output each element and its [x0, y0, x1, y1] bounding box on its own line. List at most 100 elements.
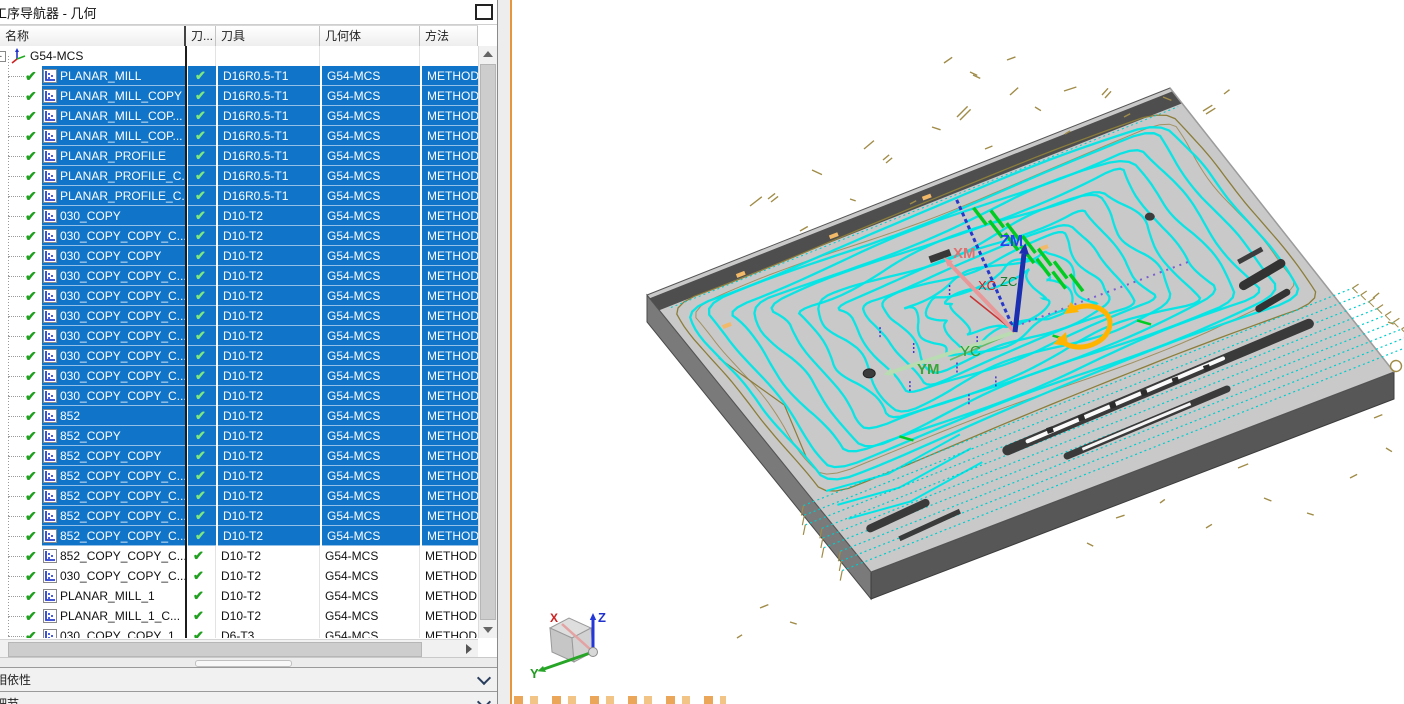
geometry-cell: G54-MCS: [320, 146, 420, 166]
table-row[interactable]: ✔ PLANAR_MILL_1 ✔ D10-T2 G54-MCS METHOD: [0, 586, 478, 606]
table-row[interactable]: ✔ 030_COPY_COPY_1 ✔ D6-T3 G54-MCS METHOD: [0, 626, 478, 638]
dependencies-bar[interactable]: 相依性: [0, 667, 497, 691]
column-header-method[interactable]: 方法: [420, 26, 478, 47]
tree-branch-line: [8, 376, 24, 377]
operation-name-cell: ✔ 852_COPY_COPY_C...: [0, 486, 186, 506]
table-row[interactable]: ✔ 852_COPY_COPY_C... ✔ D10-T2 G54-MCS ME…: [0, 506, 478, 526]
table-row[interactable]: ✔ 852_COPY_COPY_C... ✔ D10-T2 G54-MCS ME…: [0, 466, 478, 486]
table-row[interactable]: ✔ 852_COPY_COPY_C... ✔ D10-T2 G54-MCS ME…: [0, 546, 478, 566]
operation-name: 030_COPY_COPY_C...: [60, 309, 186, 323]
geometry-cell: G54-MCS: [325, 569, 379, 583]
toolpath-status-cell: ✔: [186, 586, 216, 606]
vertical-scrollbar-thumb[interactable]: [480, 64, 496, 620]
tree-branch-line: [8, 556, 24, 557]
tool-cell: D10-T2: [216, 306, 320, 326]
method-cell: METHOD: [420, 186, 478, 206]
table-row[interactable]: ✔ PLANAR_MILL_COP... ✔ D16R0.5-T1 G54-MC…: [0, 106, 478, 126]
svg-text:Y: Y: [530, 666, 539, 681]
table-row[interactable]: ✔ 852_COPY_COPY_C... ✔ D10-T2 G54-MCS ME…: [0, 526, 478, 546]
name-column-divider[interactable]: [185, 46, 187, 638]
scroll-down-icon[interactable]: [483, 627, 493, 633]
operation-icon: [43, 409, 57, 423]
column-header-toolpath[interactable]: 刀...: [186, 26, 216, 47]
scroll-up-icon[interactable]: [483, 51, 493, 57]
table-row[interactable]: ✔ 852_COPY_COPY ✔ D10-T2 G54-MCS METHOD: [0, 446, 478, 466]
table-row[interactable]: ✔ 030_COPY_COPY_C... ✔ D10-T2 G54-MCS ME…: [0, 286, 478, 306]
geometry-cell: G54-MCS: [320, 366, 420, 386]
vertical-scrollbar[interactable]: [478, 46, 497, 638]
column-header-tool[interactable]: 刀具: [216, 26, 320, 47]
tree-root-row[interactable]: - G54-MCS: [0, 46, 478, 66]
operation-name-cell: ✔ PLANAR_MILL: [0, 66, 186, 86]
panel-resize-divider[interactable]: [498, 0, 512, 704]
toolpath-status-cell: ✔: [186, 506, 216, 526]
table-row[interactable]: ✔ 030_COPY_COPY_C... ✔ D10-T2 G54-MCS ME…: [0, 366, 478, 386]
operation-icon: [43, 169, 57, 183]
status-check-icon: ✔: [25, 88, 37, 104]
table-row[interactable]: ✔ PLANAR_PROFILE_C... ✔ D16R0.5-T1 G54-M…: [0, 186, 478, 206]
table-row[interactable]: ✔ PLANAR_PROFILE ✔ D16R0.5-T1 G54-MCS ME…: [0, 146, 478, 166]
table-row[interactable]: ✔ 030_COPY_COPY_C... ✔ D10-T2 G54-MCS ME…: [0, 226, 478, 246]
table-row[interactable]: ✔ 030_COPY_COPY_C... ✔ D10-T2 G54-MCS ME…: [0, 346, 478, 366]
table-row[interactable]: ✔ 030_COPY_COPY_C... ✔ D10-T2 G54-MCS ME…: [0, 326, 478, 346]
table-row[interactable]: ✔ PLANAR_PROFILE_C... ✔ D16R0.5-T1 G54-M…: [0, 166, 478, 186]
chevron-down-icon[interactable]: [476, 670, 492, 686]
method-cell: METHOD: [425, 609, 477, 623]
geometry-cell: G54-MCS: [325, 589, 379, 603]
table-row[interactable]: ✔ 030_COPY_COPY_C... ✔ D10-T2 G54-MCS ME…: [0, 306, 478, 326]
operation-tree[interactable]: - G54-MCS ✔ PLANAR_: [0, 46, 478, 638]
tree-branch-line: [8, 336, 24, 337]
splitter-grip[interactable]: [195, 660, 292, 667]
status-check-icon: ✔: [25, 428, 37, 444]
operation-name-cell: ✔ 030_COPY_COPY_C...: [0, 566, 186, 586]
geometry-cell: G54-MCS: [320, 126, 420, 146]
operation-icon: [43, 349, 57, 363]
operation-name: PLANAR_MILL_COP...: [60, 109, 183, 123]
operation-name: 030_COPY_COPY_C...: [60, 329, 186, 343]
status-check-icon: ✔: [25, 228, 37, 244]
status-check-icon: ✔: [25, 288, 37, 304]
column-header-geometry[interactable]: 几何体: [320, 26, 420, 47]
operation-name-cell: ✔ 030_COPY_COPY_C...: [0, 306, 186, 326]
table-row[interactable]: ✔ 852_COPY_COPY_C... ✔ D10-T2 G54-MCS ME…: [0, 486, 478, 506]
tool-cell: D10-T2: [216, 346, 320, 366]
table-row[interactable]: ✔ PLANAR_MILL ✔ D16R0.5-T1 G54-MCS METHO…: [0, 66, 478, 86]
tool-cell: D10-T2: [216, 486, 320, 506]
tree-branch-line: [8, 276, 24, 277]
column-header-name[interactable]: 名称: [0, 26, 186, 47]
status-check-icon: ✔: [25, 548, 37, 564]
toolpath-status-cell: ✔: [186, 606, 216, 626]
collapse-minus-icon[interactable]: -: [0, 51, 6, 62]
details-bar[interactable]: 细节: [0, 691, 497, 704]
table-row[interactable]: ✔ 030_COPY ✔ D10-T2 G54-MCS METHOD: [0, 206, 478, 226]
toolpath-check-icon: ✔: [195, 108, 206, 123]
operation-name: 852_COPY_COPY_C...: [60, 469, 186, 483]
tool-cell: D10-T2: [216, 326, 320, 346]
method-cell: METHOD: [420, 86, 478, 106]
table-row[interactable]: ✔ 030_COPY_COPY_C... ✔ D10-T2 G54-MCS ME…: [0, 266, 478, 286]
table-row[interactable]: ✔ 030_COPY_COPY_C... ✔ D10-T2 G54-MCS ME…: [0, 386, 478, 406]
restore-window-icon[interactable]: [475, 4, 493, 20]
method-cell: METHOD: [420, 446, 478, 466]
table-row[interactable]: ✔ PLANAR_MILL_COP... ✔ D16R0.5-T1 G54-MC…: [0, 126, 478, 146]
toolpath-status-cell: ✔: [186, 486, 216, 506]
horizontal-scrollbar[interactable]: [0, 639, 478, 658]
horizontal-scrollbar-thumb[interactable]: [8, 642, 422, 657]
table-row[interactable]: ✔ PLANAR_MILL_1_C... ✔ D10-T2 G54-MCS ME…: [0, 606, 478, 626]
table-row[interactable]: ✔ 030_COPY_COPY ✔ D10-T2 G54-MCS METHOD: [0, 246, 478, 266]
operation-name: 030_COPY_COPY_C...: [60, 569, 186, 583]
dependencies-label: 相依性: [0, 673, 32, 687]
table-row[interactable]: ✔ 852_COPY ✔ D10-T2 G54-MCS METHOD: [0, 426, 478, 446]
operation-icon: [43, 289, 57, 303]
table-row[interactable]: ✔ 030_COPY_COPY_C... ✔ D10-T2 G54-MCS ME…: [0, 566, 478, 586]
table-row[interactable]: ✔ PLANAR_MILL_COPY ✔ D16R0.5-T1 G54-MCS …: [0, 86, 478, 106]
geometry-cell: G54-MCS: [320, 466, 420, 486]
scroll-right-icon[interactable]: [466, 644, 472, 654]
chevron-down-icon[interactable]: [476, 694, 492, 704]
tree-branch-line: [8, 256, 24, 257]
table-row[interactable]: ✔ 852 ✔ D10-T2 G54-MCS METHOD: [0, 406, 478, 426]
toolpath-check-icon: ✔: [193, 548, 204, 563]
graphics-viewport[interactable]: ZM XM YM YC XC ZC X Z Y: [512, 0, 1404, 704]
tool-cell: D10-T2: [221, 549, 262, 563]
tool-cell: D16R0.5-T1: [216, 86, 320, 106]
